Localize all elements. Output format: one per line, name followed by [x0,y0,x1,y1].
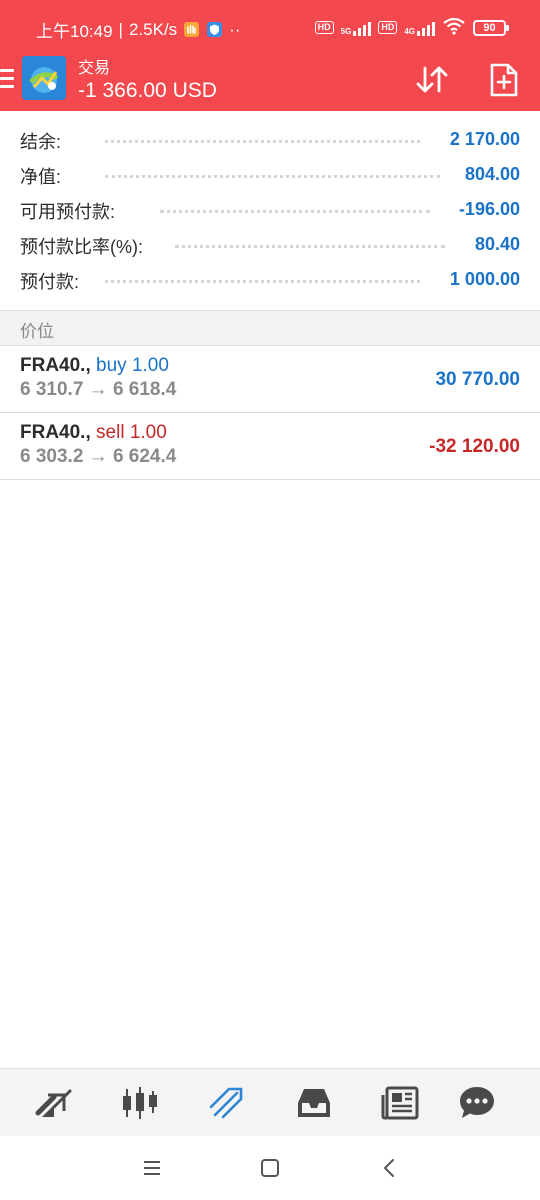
chat-icon[interactable] [457,1083,497,1123]
position-volume: 1.00 [131,355,169,376]
back-icon[interactable] [378,1156,402,1180]
quotes-icon[interactable] [34,1083,74,1123]
shield-icon [206,21,223,38]
header-balance: -1 366.00 USD [78,79,217,102]
dot-leader [105,140,420,143]
summary-label: 净值: [20,163,68,189]
section-header-positions: 价位 [0,310,540,346]
news-icon[interactable] [380,1083,420,1123]
status-more-dots: ·· [229,19,241,39]
dot-leader [105,175,440,178]
summary-row-margin-level: 预付款比率(%): 80.40 [0,228,540,263]
summary-row-margin: 预付款: 1 000.00 [0,263,540,298]
status-time: 上午10:49 [36,22,113,41]
app-header: 交易 -1 366.00 USD [0,50,540,111]
signal-icon-1 [353,20,372,36]
summary-value: 1 000.00 [443,269,520,290]
position-title: FRA40., buy 1.00 [20,355,169,377]
page-title: 交易 [78,60,111,77]
history-icon[interactable] [294,1083,334,1123]
summary-value: -196.00 [452,199,520,220]
position-symbol: FRA40., [20,422,91,443]
network-4g-indicator: 4G [404,20,435,36]
status-left: 上午10:49 | 2.5K/s ·· [36,17,241,42]
dot-leader [105,280,420,283]
position-row[interactable]: FRA40., buy 1.00 6 310.7 → 6 618.4 30 77… [0,346,540,413]
dot-leader [160,210,430,213]
summary-row-balance: 结余: 2 170.00 [0,123,540,158]
hd-badge-1: HD [314,21,334,34]
summary-label: 结余: [20,128,68,154]
summary-row-free-margin: 可用预付款: -196.00 [0,193,540,228]
menu-icon[interactable] [0,69,14,89]
top-bar: 上午10:49 | 2.5K/s ·· HD 5G HD 4G 90 交易 -1… [0,0,540,111]
position-symbol: FRA40., [20,355,91,376]
signal-icon-2 [417,20,435,36]
section-title: 价位 [20,322,54,341]
position-prices: 6 310.7 → 6 618.4 [20,379,177,400]
hand-icon [183,21,200,38]
position-profit: 30 770.00 [435,369,520,390]
summary-label: 可用预付款: [20,198,122,224]
trade-icon[interactable] [207,1083,247,1123]
summary-value: 80.40 [468,234,520,255]
status-right: HD 5G HD 4G 90 [314,17,509,38]
status-speed: 2.5K/s [128,19,178,39]
network-5g-indicator: 5G [341,20,372,36]
position-direction: buy [96,355,127,376]
bottom-tab-bar [0,1068,540,1136]
position-prices: 6 303.2 → 6 624.4 [20,446,177,467]
system-nav-bar [0,1136,540,1200]
summary-row-equity: 净值: 804.00 [0,158,540,193]
wifi-icon [442,17,466,38]
status-bar: 上午10:49 | 2.5K/s ·· HD 5G HD 4G 90 [0,0,540,50]
summary-label: 预付款比率(%): [20,233,149,259]
new-order-icon[interactable] [484,60,524,100]
summary-label: 预付款: [20,268,86,294]
account-summary: 结余: 2 170.00 净值: 804.00 可用预付款: -196.00 预… [0,123,540,298]
dot-leader [175,245,445,248]
hd-badge-2: HD [378,21,398,34]
summary-value: 2 170.00 [443,129,520,150]
chart-icon[interactable] [120,1083,160,1123]
position-row[interactable]: FRA40., sell 1.00 6 303.2 → 6 624.4 -32 … [0,413,540,480]
home-icon[interactable] [258,1156,282,1180]
position-volume: 1.00 [129,422,167,443]
position-direction: sell [96,422,125,443]
app-logo [22,56,66,100]
summary-value: 804.00 [458,164,520,185]
battery-icon: 90 [473,19,509,36]
recent-apps-icon[interactable] [140,1156,164,1180]
position-profit: -32 120.00 [429,436,520,457]
position-title: FRA40., sell 1.00 [20,422,167,444]
sort-icon[interactable] [412,60,452,100]
